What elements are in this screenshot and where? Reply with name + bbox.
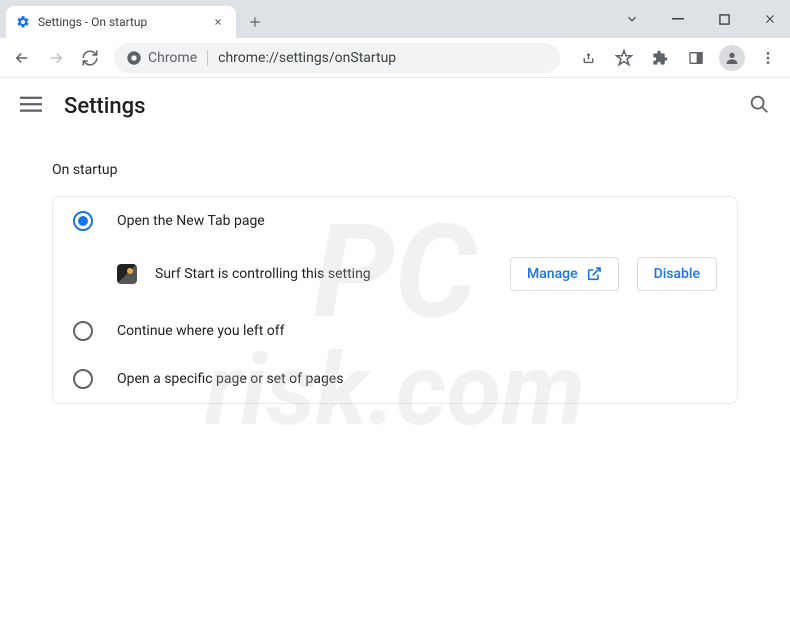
- option-specific-pages[interactable]: Open a specific page or set of pages: [53, 355, 737, 403]
- new-tab-button[interactable]: [248, 6, 262, 38]
- chevron-down-icon[interactable]: [620, 12, 644, 26]
- window-controls: [620, 0, 782, 38]
- section-label: On startup: [52, 162, 738, 178]
- page-title: Settings: [64, 94, 145, 119]
- back-button[interactable]: [8, 44, 36, 72]
- gear-icon: [16, 15, 30, 29]
- extension-notice-text: Surf Start is controlling this setting: [155, 266, 492, 282]
- open-external-icon: [586, 266, 602, 282]
- menu-icon[interactable]: [754, 44, 782, 72]
- share-icon[interactable]: [574, 44, 602, 72]
- minimize-button[interactable]: [666, 13, 690, 25]
- radio-selected-icon[interactable]: [73, 211, 93, 231]
- option-label: Open a specific page or set of pages: [117, 371, 343, 387]
- radio-icon[interactable]: [73, 321, 93, 341]
- url-text: chrome://settings/onStartup: [218, 50, 396, 66]
- search-icon[interactable]: [748, 93, 770, 119]
- browser-toolbar: Chrome chrome://settings/onStartup: [0, 38, 790, 78]
- close-icon[interactable]: [210, 17, 226, 27]
- menu-hamburger-icon[interactable]: [20, 93, 42, 119]
- profile-avatar[interactable]: [718, 44, 746, 72]
- manage-button[interactable]: Manage: [510, 257, 619, 291]
- browser-tab[interactable]: Settings - On startup: [6, 6, 236, 38]
- maximize-button[interactable]: [712, 14, 736, 25]
- reload-button[interactable]: [76, 44, 104, 72]
- extension-icon: [117, 264, 137, 284]
- option-label: Open the New Tab page: [117, 213, 265, 229]
- close-window-button[interactable]: [758, 13, 782, 25]
- chrome-icon: [126, 50, 142, 66]
- side-panel-icon[interactable]: [682, 44, 710, 72]
- startup-options-card: Open the New Tab page Surf Start is cont…: [52, 196, 738, 404]
- extensions-icon[interactable]: [646, 44, 674, 72]
- radio-icon[interactable]: [73, 369, 93, 389]
- tab-title: Settings - On startup: [38, 15, 202, 29]
- option-label: Continue where you left off: [117, 323, 285, 339]
- chrome-chip: Chrome: [126, 50, 208, 66]
- option-open-new-tab[interactable]: Open the New Tab page: [53, 197, 737, 245]
- bookmark-icon[interactable]: [610, 44, 638, 72]
- forward-button[interactable]: [42, 44, 70, 72]
- settings-content: On startup Open the New Tab page Surf St…: [0, 134, 790, 432]
- settings-header: Settings: [0, 78, 790, 134]
- extension-notice-row: Surf Start is controlling this setting M…: [53, 245, 737, 307]
- browser-titlebar: Settings - On startup: [0, 0, 790, 38]
- address-bar[interactable]: Chrome chrome://settings/onStartup: [114, 43, 560, 73]
- disable-button[interactable]: Disable: [637, 257, 717, 291]
- option-continue[interactable]: Continue where you left off: [53, 307, 737, 355]
